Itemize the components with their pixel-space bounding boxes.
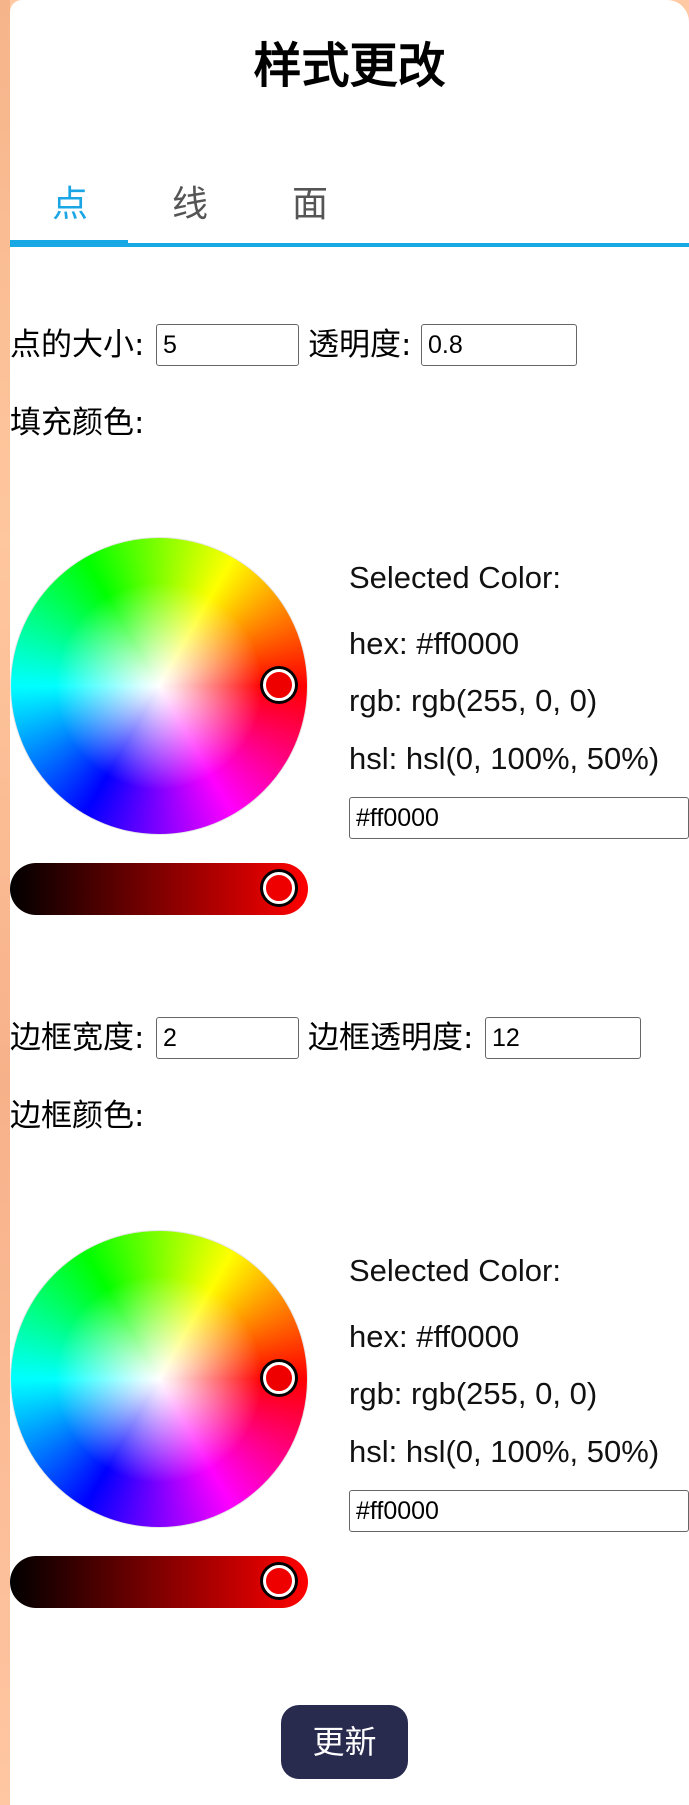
- fill-hsl-text: hsl: hsl(0, 100%, 50%): [349, 741, 660, 776]
- border-hex-text: hex: #ff0000: [349, 1319, 520, 1354]
- page-title: 样式更改: [253, 38, 446, 94]
- border-width-input[interactable]: [156, 1017, 299, 1059]
- fill-hex-input[interactable]: [349, 797, 689, 839]
- border-rgb-text: rgb: rgb(255, 0, 0): [349, 1376, 598, 1411]
- border-opacity-label: 边框透明度:: [308, 1020, 474, 1056]
- point-size-input[interactable]: [156, 324, 299, 366]
- opacity-input[interactable]: [421, 324, 577, 366]
- active-tab-indicator: [10, 240, 128, 247]
- tab-line[interactable]: 线: [130, 180, 250, 250]
- opacity-label: 透明度:: [308, 327, 412, 363]
- border-wheel-handle[interactable]: [263, 1362, 295, 1394]
- tab-bar: 点 线 面: [10, 180, 689, 250]
- background-strip: [0, 0, 10, 1805]
- border-selected-color-label: Selected Color:: [349, 1253, 561, 1288]
- border-opacity-input[interactable]: [485, 1017, 641, 1059]
- style-panel: 样式更改 点 线 面 点的大小: 透明度: 填充颜色: Selected Col…: [10, 0, 689, 1805]
- update-button[interactable]: 更新: [281, 1705, 408, 1779]
- point-size-label: 点的大小:: [10, 327, 145, 363]
- border-color-label: 边框颜色:: [10, 1098, 145, 1134]
- border-width-label: 边框宽度:: [10, 1020, 145, 1056]
- fill-color-label: 填充颜色:: [10, 405, 145, 441]
- fill-wheel-handle[interactable]: [263, 669, 295, 701]
- fill-hex-text: hex: #ff0000: [349, 626, 520, 661]
- tab-polygon[interactable]: 面: [250, 180, 370, 250]
- fill-selected-color-label: Selected Color:: [349, 560, 561, 595]
- border-hsl-text: hsl: hsl(0, 100%, 50%): [349, 1434, 660, 1469]
- border-hex-input[interactable]: [349, 1490, 689, 1532]
- border-slider-handle[interactable]: [263, 1565, 295, 1597]
- fill-slider-handle[interactable]: [263, 872, 295, 904]
- fill-rgb-text: rgb: rgb(255, 0, 0): [349, 683, 598, 718]
